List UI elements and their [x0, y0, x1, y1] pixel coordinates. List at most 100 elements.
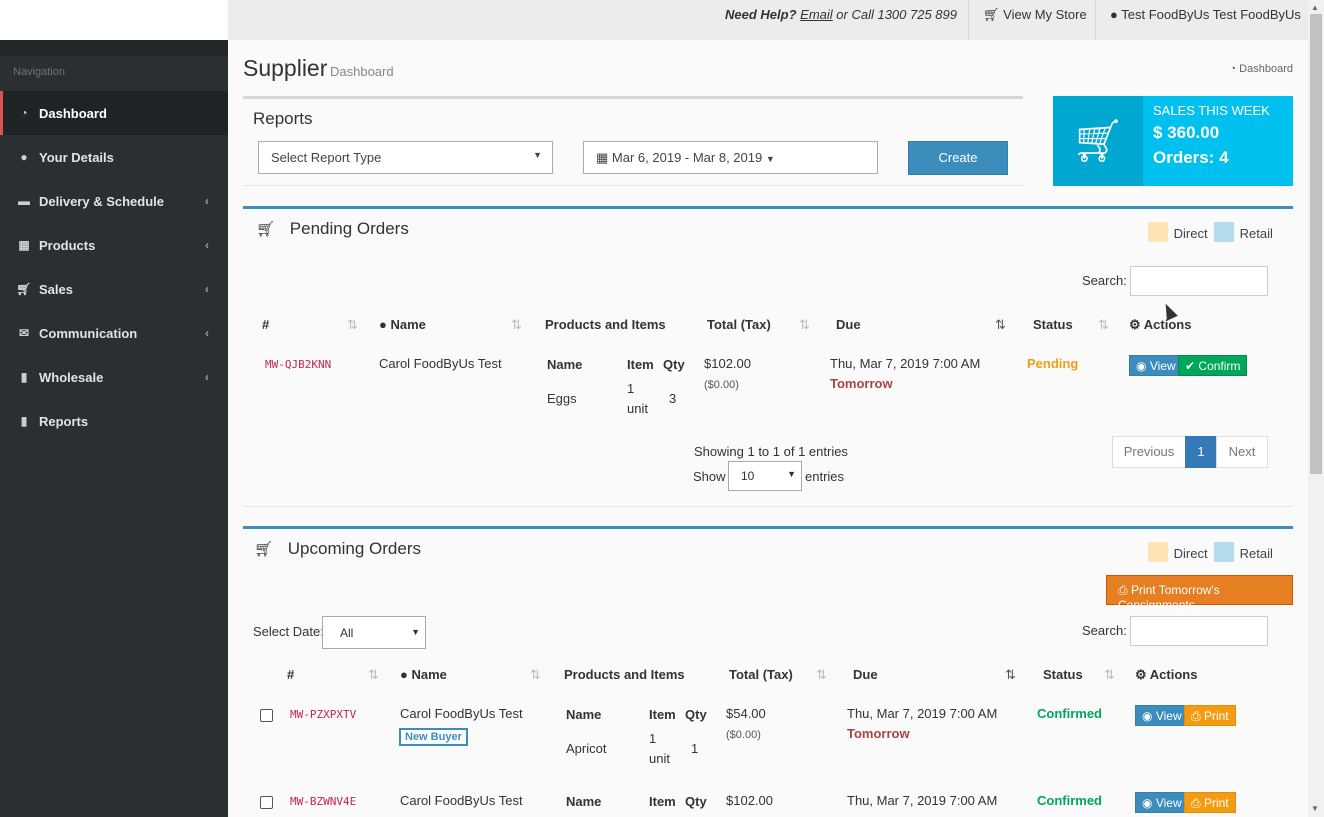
- sort-icon[interactable]: ⇅: [1104, 667, 1115, 683]
- col-header-name[interactable]: ● Name: [400, 667, 447, 682]
- pending-title: 🛒︎ Pending Orders: [256, 219, 409, 239]
- col-header-status[interactable]: Status: [1033, 317, 1073, 332]
- retail-swatch: [1214, 542, 1234, 562]
- sidebar-item-sales[interactable]: 🛒︎ Sales ‹: [0, 267, 228, 311]
- show-label: Show: [693, 469, 726, 484]
- scroll-up-icon[interactable]: ▲: [1311, 3, 1319, 12]
- sidebar-item-reports[interactable]: ▮ Reports: [0, 399, 228, 443]
- product-item-count: 1: [627, 381, 635, 396]
- user-menu[interactable]: ● Test FoodByUs Test FoodByUs: [1110, 7, 1301, 22]
- email-link[interactable]: Email: [800, 7, 833, 22]
- sidebar-item-dashboard[interactable]: ◔ Dashboard: [0, 91, 228, 135]
- print-tomorrow-button[interactable]: ⎙ Print Tomorrow's Consignments: [1106, 575, 1293, 612]
- col-header-actions: ⚙ Actions: [1135, 667, 1197, 683]
- page-1-button[interactable]: 1: [1185, 436, 1217, 468]
- select-date-label: Select Date:: [253, 624, 324, 639]
- sidebar-item-products[interactable]: ▦ Products ‹: [0, 223, 228, 267]
- order-id-link[interactable]: MW-PZXPXTV: [290, 708, 356, 721]
- user-icon: ●: [400, 667, 408, 682]
- prev-page-button[interactable]: Previous: [1112, 436, 1186, 468]
- search-label: Search:: [1082, 273, 1127, 288]
- print-label: Print: [1203, 709, 1229, 723]
- scroll-down-icon[interactable]: ▼: [1311, 804, 1319, 813]
- date-range-picker[interactable]: ▦ Mar 6, 2019 - Mar 8, 2019 ▼: [583, 141, 878, 174]
- sort-icon[interactable]: ⇅: [799, 317, 810, 333]
- direct-swatch: [1148, 542, 1168, 562]
- retail-swatch: [1214, 222, 1234, 242]
- col-header-due[interactable]: Due: [853, 667, 878, 682]
- row-checkbox[interactable]: [260, 709, 273, 722]
- sidebar-item-label: Your Details: [39, 149, 114, 165]
- order-id-link[interactable]: MW-BZWNV4E: [290, 795, 356, 808]
- divider: [243, 185, 1023, 186]
- scrollbar[interactable]: ▲ ▼: [1308, 0, 1324, 817]
- legend-direct-label: Direct: [1173, 546, 1208, 561]
- row-checkbox[interactable]: [260, 796, 273, 809]
- view-button[interactable]: ◉ View: [1135, 705, 1189, 726]
- sort-icon[interactable]: ⇅: [816, 667, 827, 683]
- sidebar-item-your-details[interactable]: ● Your Details: [0, 135, 228, 179]
- print-icon: ⎙: [1191, 709, 1201, 723]
- print-label: Print: [1203, 796, 1229, 810]
- order-tax: ($0.00): [726, 729, 761, 741]
- select-date-dropdown[interactable]: All ▼: [322, 616, 426, 649]
- sidebar-item-delivery[interactable]: ▬ Delivery & Schedule ‹: [0, 179, 228, 223]
- user-name: Test FoodByUs Test FoodByUs: [1121, 7, 1301, 22]
- legend-direct-label: Direct: [1173, 226, 1208, 241]
- sort-icon[interactable]: ⇅: [1098, 317, 1109, 333]
- create-report-button[interactable]: Create: [908, 141, 1008, 175]
- confirm-button[interactable]: ✔ Confirm: [1178, 355, 1248, 376]
- sort-icon[interactable]: ⇅: [368, 667, 379, 683]
- view-store-link[interactable]: 🛒︎ View My Store: [983, 7, 1087, 23]
- upcoming-title-label: Upcoming Orders: [287, 539, 421, 558]
- sort-asc-icon[interactable]: ⇅: [1005, 667, 1016, 683]
- product-col-name: Name: [547, 357, 583, 372]
- report-type-value: Select Report Type: [271, 150, 382, 165]
- search-input[interactable]: [1130, 266, 1268, 296]
- sidebar-item-communication[interactable]: ✉ Communication ‹: [0, 311, 228, 355]
- col-header-status[interactable]: Status: [1043, 667, 1083, 682]
- page-size-select[interactable]: 10 ▼: [728, 461, 802, 491]
- new-buyer-badge: New Buyer: [399, 728, 468, 746]
- view-button[interactable]: ◉ View: [1135, 792, 1189, 813]
- confirm-label: Confirm: [1198, 359, 1241, 373]
- sort-icon[interactable]: ⇅: [511, 317, 522, 333]
- view-label: View: [1155, 709, 1182, 723]
- report-type-select[interactable]: Select Report Type ▼: [258, 141, 553, 174]
- print-button[interactable]: ⎙ Print: [1184, 705, 1236, 726]
- breadcrumb[interactable]: ◔ Dashboard: [1229, 63, 1293, 75]
- col-header-due[interactable]: Due: [836, 317, 861, 332]
- scroll-thumb[interactable]: [1310, 14, 1322, 474]
- col-header-label: Actions: [1149, 667, 1198, 682]
- col-header-total[interactable]: Total (Tax): [707, 317, 771, 332]
- sales-orders: Orders: 4: [1153, 148, 1229, 167]
- divider: [968, 0, 969, 40]
- print-button[interactable]: ⎙ Print: [1184, 792, 1236, 813]
- order-total: $54.00: [726, 706, 766, 721]
- col-header-id[interactable]: #: [262, 317, 269, 332]
- view-button[interactable]: ◉ View: [1129, 355, 1183, 376]
- col-header-name[interactable]: ● Name: [379, 317, 426, 332]
- product-qty: 1: [691, 741, 699, 756]
- sort-asc-icon[interactable]: ⇅: [995, 317, 1006, 333]
- page-subtitle: Dashboard: [330, 64, 394, 79]
- user-icon: ●: [379, 317, 387, 332]
- col-header-id[interactable]: #: [287, 667, 294, 682]
- due-date: Thu, Mar 7, 2019 7:00 AM: [847, 793, 998, 808]
- order-id-link[interactable]: MW-QJB2KNN: [265, 358, 331, 371]
- caret-down-icon: ▼: [411, 627, 420, 637]
- col-header-total[interactable]: Total (Tax): [729, 667, 793, 682]
- search-input[interactable]: [1130, 616, 1268, 646]
- sort-icon[interactable]: ⇅: [347, 317, 358, 333]
- col-header-label: Name: [390, 317, 426, 332]
- customer-name: Carol FoodByUs Test: [400, 793, 523, 808]
- sort-icon[interactable]: ⇅: [530, 667, 541, 683]
- upcoming-orders-panel: 🛒︎ Upcoming Orders Direct Retail ⎙ Print…: [243, 526, 1293, 817]
- sidebar-item-wholesale[interactable]: ▮ Wholesale ‹: [0, 355, 228, 399]
- chevron-left-icon: ‹: [205, 194, 209, 208]
- cubes-icon: ▦: [18, 238, 30, 252]
- pending-orders-panel: 🛒︎ Pending Orders Direct Retail Search: …: [243, 206, 1293, 508]
- view-label: View: [1149, 359, 1176, 373]
- next-page-button[interactable]: Next: [1216, 436, 1268, 468]
- sidebar-item-label: Reports: [39, 413, 89, 429]
